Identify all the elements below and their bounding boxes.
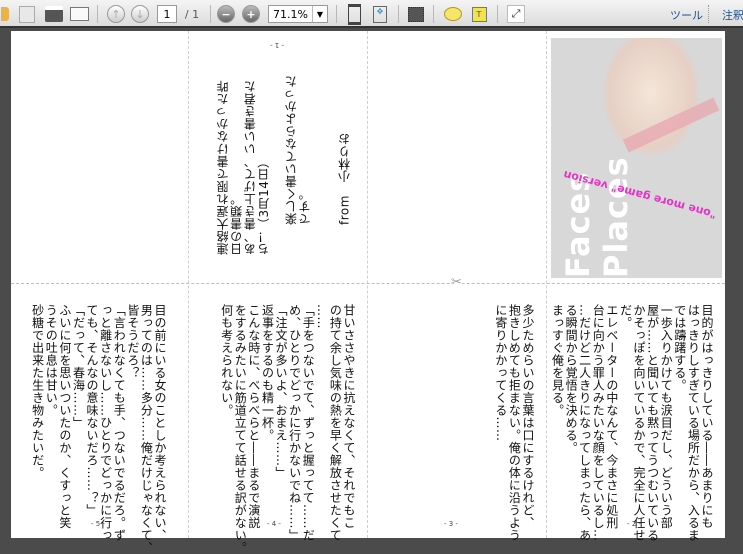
comment-icon[interactable]	[442, 4, 464, 24]
prev-page-icon[interactable]: ↑	[106, 4, 126, 24]
next-page-icon[interactable]: ↓	[130, 4, 150, 24]
email-icon[interactable]	[68, 4, 90, 24]
save-icon[interactable]	[17, 4, 37, 24]
text-line: あ、書き上げて、いい書き君たち！（3月14日）	[243, 80, 271, 255]
print-icon[interactable]	[43, 4, 65, 24]
highlight-icon[interactable]: T	[468, 4, 490, 24]
zoom-out-icon[interactable]: −	[216, 4, 236, 24]
page-1-text: 連絡大遅れ限で書けなかった昨日の書類。 あ、書き上げて、いい書き君たち！（3月1…	[216, 69, 352, 255]
page-total: / 1	[184, 7, 200, 21]
fit-width-icon[interactable]: ✥	[370, 4, 390, 24]
snapshot-icon[interactable]	[406, 4, 426, 24]
tools-button[interactable]: ツール	[670, 7, 703, 23]
chevron-down-icon[interactable]: ▼	[312, 6, 327, 22]
zoom-in-icon[interactable]: +	[241, 4, 261, 24]
page-number-input[interactable]: 1	[157, 5, 177, 23]
page-2: 目的がはっきりしている――あまりにも はっきりしすぎている場所だから、入るま で…	[547, 284, 725, 542]
page-3-text: 多少ためらいの言葉は口にするけれど、 抱きしめても拒まない。俺の体に沿うよう に…	[493, 304, 535, 542]
page-number: - 1 -	[270, 41, 284, 49]
page-4: 甘いささやきに抗えなくて、それでもこ の持て余し気味の熱を早く解放させたくて ……	[189, 284, 367, 554]
page-3: 多少ためらいの言葉は口にするけれど、 抱きしめても拒まない。俺の体に沿うよう に…	[368, 284, 546, 542]
comment-button[interactable]: 注釈	[722, 7, 743, 23]
document-page: ✂ - 1 - 連絡大遅れ限で書けなかった昨日の書類。 あ、書き上げて、いい書き…	[11, 31, 725, 554]
create-pdf-icon[interactable]	[0, 4, 10, 24]
toolbar: ↑ ↓ 1 / 1 − + 71.1% ▼ ✥ T ⤢ ツール 注釈	[0, 0, 743, 28]
page-number: - 4 -	[267, 520, 281, 528]
page-1: - 1 - 連絡大遅れ限で書けなかった昨日の書類。 あ、書き上げて、いい書き君た…	[189, 31, 367, 283]
signature: from 小林りお	[337, 132, 352, 225]
zoom-select[interactable]: 71.1% ▼	[268, 5, 328, 23]
fullscreen-icon[interactable]: ⤢	[505, 4, 527, 24]
cover-image: Faces Places "one more game" version	[551, 38, 722, 278]
scrollbar[interactable]	[728, 31, 743, 538]
text-line: 楽しく書いてならよかったです。	[284, 75, 312, 225]
page-number: - 2 -	[627, 520, 641, 528]
page-5-text: 目の前にいる女のことしか考えられない、 男ってのは……多分……俺だけじゃなくて、…	[30, 304, 167, 554]
page-number: - 5 -	[91, 520, 105, 528]
page-number: - 3 -	[444, 520, 458, 528]
fit-page-icon[interactable]	[344, 3, 364, 25]
zoom-value: 71.1%	[273, 7, 308, 21]
page-5: 目の前にいる女のことしか考えられない、 男ってのは……多分……俺だけじゃなくて、…	[11, 284, 188, 554]
text-line: 連絡大遅れ限で書けなかった昨日の書類。	[216, 80, 244, 255]
page-4-text: 甘いささやきに抗えなくて、それでもこ の持て余し気味の熱を早く解放させたくて ……	[219, 304, 356, 554]
page-2-text: 目的がはっきりしている――あまりにも はっきりしすぎている場所だから、入るま で…	[550, 304, 714, 542]
cover-title: Faces Places	[559, 156, 635, 278]
